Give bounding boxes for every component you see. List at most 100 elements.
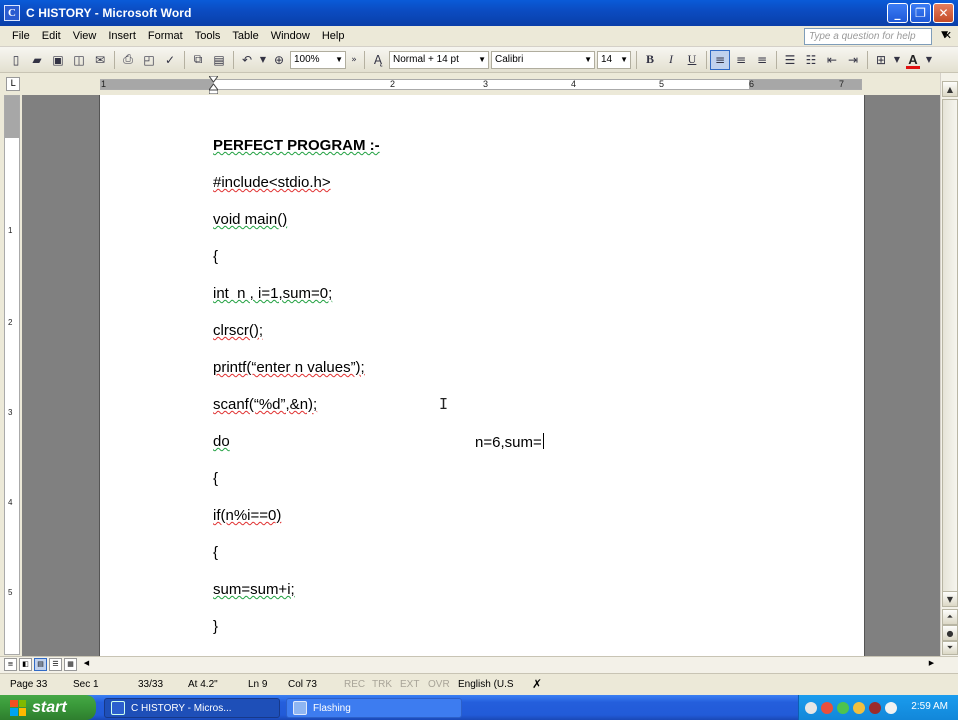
menu-insert[interactable]: Insert — [102, 27, 142, 46]
copy-icon[interactable]: ⧉ — [188, 50, 208, 70]
security-icon[interactable] — [821, 701, 833, 714]
scroll-thumb[interactable] — [942, 99, 958, 599]
vertical-ruler-margin — [5, 96, 19, 138]
paste-icon[interactable]: ▤ — [209, 50, 229, 70]
align-left-icon[interactable]: ≡ — [710, 49, 730, 70]
network-icon[interactable] — [805, 701, 817, 714]
menu-edit[interactable]: Edit — [36, 27, 67, 46]
select-browse-object-icon[interactable]: ● — [942, 625, 958, 641]
scroll-down-icon[interactable]: ▼ — [942, 591, 958, 607]
doc-line-text: { — [213, 248, 219, 265]
messenger-icon[interactable] — [837, 701, 849, 714]
doc-line: printf(“enter n values”); — [213, 359, 365, 376]
menu-window[interactable]: Window — [265, 27, 316, 46]
increase-indent-icon[interactable]: ⇥ — [843, 50, 863, 70]
word-icon — [111, 701, 125, 715]
chevron-down-icon[interactable]: ▼ — [924, 50, 934, 70]
previous-page-icon[interactable]: ⏶ — [942, 609, 958, 625]
status-ext[interactable]: EXT — [400, 679, 419, 690]
doc-line: void main() — [213, 211, 287, 228]
hyperlink-icon[interactable]: ⊕ — [269, 50, 289, 70]
menu-view[interactable]: View — [67, 27, 103, 46]
align-right-icon[interactable]: ≡ — [752, 50, 772, 70]
scroll-up-icon[interactable]: ▲ — [942, 81, 958, 97]
font-color-button[interactable]: A — [903, 50, 923, 70]
doc-line-text: sum=sum+i; — [213, 581, 295, 598]
underline-button[interactable]: U — [682, 50, 702, 70]
toolbar-options-icon[interactable]: » — [348, 50, 360, 70]
style-select[interactable]: Normal + 14 pt ▼ — [389, 50, 489, 69]
outline-view-icon[interactable]: ☰ — [49, 658, 62, 671]
antivirus-icon[interactable] — [869, 701, 881, 714]
status-page: Page 33 — [10, 679, 48, 690]
font-size-select[interactable]: 14 ▼ — [597, 50, 631, 69]
start-button[interactable]: start — [0, 695, 96, 720]
italic-button[interactable]: I — [661, 50, 681, 70]
close-document-icon[interactable]: ✕ — [943, 29, 952, 42]
reading-layout-icon[interactable]: ▦ — [64, 658, 77, 671]
email-icon[interactable]: ✉ — [90, 50, 110, 70]
volume-icon[interactable] — [853, 701, 865, 714]
update-icon[interactable] — [885, 701, 897, 714]
borders-icon[interactable]: ⊞ — [871, 50, 891, 70]
vertical-ruler[interactable]: 1 2 3 4 5 — [4, 95, 20, 655]
taskbar-item-word[interactable]: C HISTORY - Micros... — [104, 698, 280, 718]
tab-selector[interactable]: L — [6, 77, 20, 91]
doc-line: { — [213, 470, 218, 487]
open-folder-icon[interactable]: ▰ — [27, 50, 47, 70]
bold-button[interactable]: B — [640, 50, 660, 70]
taskbar-item-flashing[interactable]: Flashing — [286, 698, 462, 718]
styles-pane-icon[interactable]: Ą — [368, 50, 388, 70]
print-preview-icon[interactable]: ◰ — [139, 50, 159, 70]
align-center-icon[interactable]: ≡ — [731, 50, 751, 70]
spelling-icon[interactable]: ✓ — [160, 50, 180, 70]
web-layout-icon[interactable]: ◧ — [19, 658, 32, 671]
system-tray: 2:59 AM — [798, 695, 958, 720]
normal-view-icon[interactable]: ≡ — [4, 658, 17, 671]
status-ovr[interactable]: OVR — [428, 679, 450, 690]
scroll-right-icon[interactable]: ▶ — [925, 658, 938, 671]
chevron-down-icon[interactable]: ▼ — [258, 50, 268, 70]
toolbar-divider — [364, 50, 365, 69]
new-document-icon[interactable]: ▯ — [6, 50, 26, 70]
scroll-left-icon[interactable]: ◀ — [80, 658, 93, 671]
word-app-icon[interactable]: C — [4, 5, 20, 21]
font-select[interactable]: Calibri ▼ — [491, 50, 595, 69]
menu-tools[interactable]: Tools — [189, 27, 227, 46]
ask-question-input[interactable]: Type a question for help — [804, 28, 932, 45]
restore-button[interactable]: ❐ — [910, 3, 931, 23]
indent-marker-icon[interactable] — [209, 76, 218, 94]
spelling-status-icon[interactable]: ✗ — [532, 677, 542, 691]
taskbar-item-label: Flashing — [313, 702, 351, 714]
status-at: At 4.2" — [188, 679, 218, 690]
status-language[interactable]: English (U.S — [458, 679, 514, 690]
document-page[interactable]: PERFECT PROGRAM :- #include<stdio.h> voi… — [99, 95, 865, 656]
document-area: PERFECT PROGRAM :- #include<stdio.h> voi… — [22, 95, 940, 656]
menu-table[interactable]: Table — [226, 27, 264, 46]
chevron-down-icon[interactable]: ▼ — [892, 50, 902, 70]
horizontal-ruler[interactable]: 1 2 3 4 5 6 7 — [100, 76, 862, 94]
status-rec[interactable]: REC — [344, 679, 365, 690]
horizontal-scrollbar[interactable]: ≡ ◧ ▤ ☰ ▦ ◀ ▶ — [0, 656, 958, 673]
zoom-select[interactable]: 100% ▼ — [290, 50, 346, 69]
permission-icon[interactable]: ◫ — [69, 50, 89, 70]
status-trk[interactable]: TRK — [372, 679, 392, 690]
taskbar-item-label: C HISTORY - Micros... — [131, 702, 232, 714]
numbering-icon[interactable]: ☰ — [780, 50, 800, 70]
next-page-icon[interactable]: ⏷ — [942, 641, 958, 655]
close-button[interactable]: ✕ — [933, 3, 954, 23]
decrease-indent-icon[interactable]: ⇤ — [822, 50, 842, 70]
bullets-icon[interactable]: ☷ — [801, 50, 821, 70]
undo-icon[interactable]: ↶ — [237, 50, 257, 70]
menu-format[interactable]: Format — [142, 27, 189, 46]
print-icon[interactable]: ⎙ — [118, 50, 138, 70]
vertical-scrollbar[interactable]: ▲ ▼ ⏶ ● ⏷ — [940, 73, 958, 656]
menu-help[interactable]: Help — [316, 27, 351, 46]
menu-file[interactable]: File — [6, 27, 36, 46]
minimize-button[interactable]: _ — [887, 3, 908, 23]
doc-line-text: } — [213, 618, 219, 635]
clock[interactable]: 2:59 AM — [911, 701, 948, 712]
print-layout-icon[interactable]: ▤ — [34, 658, 47, 671]
toolbar-divider — [114, 50, 115, 69]
save-icon[interactable]: ▣ — [48, 50, 68, 70]
